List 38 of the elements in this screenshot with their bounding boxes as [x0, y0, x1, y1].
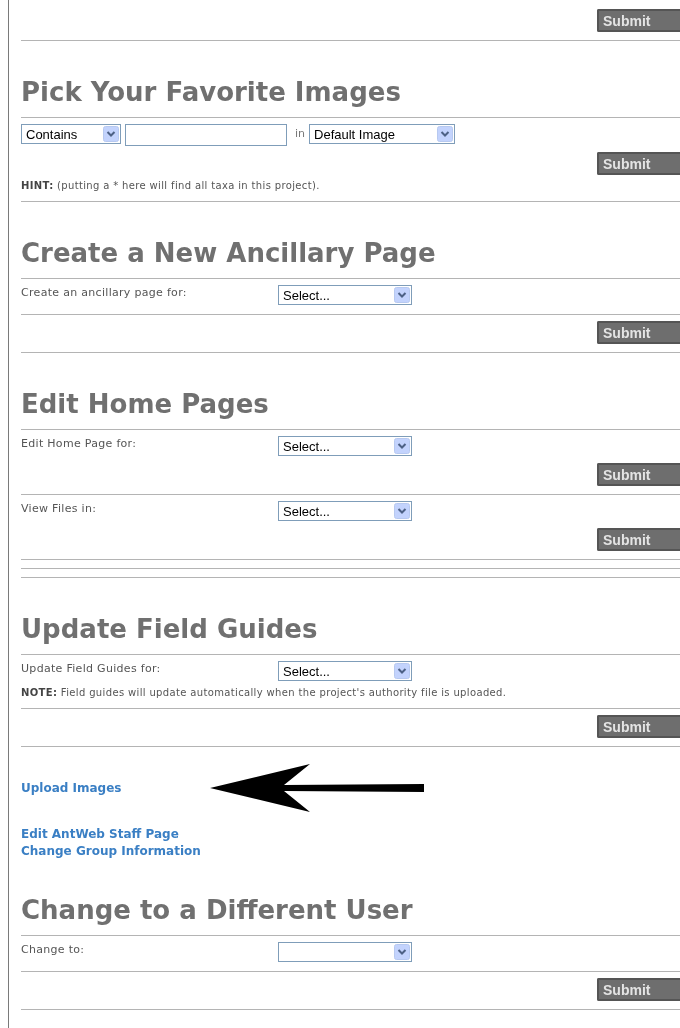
field-label: View Files in:: [21, 501, 98, 515]
field-label: Update Field Guides for:: [21, 661, 162, 675]
chevron-down-icon: [394, 663, 410, 679]
select-dropdown[interactable]: Select...: [278, 501, 412, 521]
text-link[interactable]: Change Group Information: [21, 843, 201, 858]
select-dropdown[interactable]: Select...: [278, 661, 412, 681]
submit-button[interactable]: Submit: [597, 528, 680, 551]
field-label: Edit Home Page for:: [21, 436, 138, 450]
chevron-down-icon: [394, 438, 410, 454]
field-label: Change to:: [21, 942, 86, 956]
field-label: Create an ancillary page for:: [21, 285, 188, 299]
section-heading: Pick Your Favorite Images: [21, 76, 402, 109]
select-dropdown[interactable]: Contains: [21, 124, 121, 144]
chevron-down-icon: [437, 126, 454, 142]
chevron-down-icon: [103, 126, 119, 142]
select-dropdown[interactable]: [278, 942, 412, 962]
submit-button[interactable]: Submit: [597, 715, 680, 738]
submit-button[interactable]: Submit: [597, 978, 680, 1001]
text-link[interactable]: Edit AntWeb Staff Page: [21, 826, 179, 841]
submit-button[interactable]: Submit: [597, 9, 680, 32]
in-label: in: [295, 126, 306, 142]
submit-button[interactable]: Submit: [597, 321, 680, 344]
chevron-down-icon: [394, 287, 410, 303]
select-dropdown[interactable]: Default Image: [309, 124, 456, 144]
select-dropdown[interactable]: Select...: [278, 436, 412, 456]
section-heading: Update Field Guides: [21, 613, 319, 646]
select-dropdown[interactable]: Select...: [278, 285, 412, 305]
chevron-down-icon: [394, 944, 410, 960]
chevron-down-icon: [394, 503, 410, 519]
hint-text: HINT: (putting a * here will find all taxa in this project).: [21, 179, 321, 193]
section-heading: Edit Home Pages: [21, 388, 270, 421]
hint-text: NOTE: Field guides will update automatically when the project's authority file is uploaded.: [21, 686, 508, 700]
search-field[interactable]: [125, 124, 287, 146]
submit-button[interactable]: Submit: [597, 152, 680, 175]
submit-button[interactable]: Submit: [597, 463, 680, 486]
section-heading: Change to a Different User: [21, 894, 414, 927]
text-link[interactable]: Upload Images: [21, 780, 122, 795]
section-heading: Create a New Ancillary Page: [21, 237, 437, 270]
